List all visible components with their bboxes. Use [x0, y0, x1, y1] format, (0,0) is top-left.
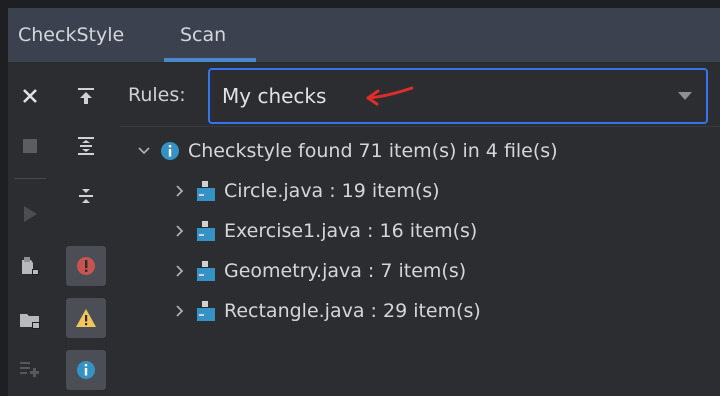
run-button[interactable]	[10, 194, 50, 234]
tree-file-row[interactable]: Geometry.java : 7 item(s)	[170, 251, 466, 291]
tree-file-row[interactable]: Rectangle.java : 29 item(s)	[170, 291, 481, 331]
chevron-right-icon[interactable]	[170, 265, 190, 277]
file-label: Geometry.java : 7 item(s)	[224, 260, 467, 282]
left-toolbar	[8, 62, 52, 396]
error-icon	[77, 257, 95, 275]
show-info-toggle[interactable]	[66, 350, 106, 390]
info-icon	[77, 361, 95, 379]
tab-scan[interactable]: Scan	[180, 8, 226, 62]
java-file-icon	[196, 180, 216, 202]
close-icon	[23, 89, 37, 103]
tab-selected-indicator	[164, 58, 256, 62]
check-module-button[interactable]	[10, 246, 50, 286]
java-file-icon	[196, 260, 216, 282]
chevron-right-icon[interactable]	[170, 225, 190, 237]
filter-toolbar	[64, 62, 108, 396]
stop-icon	[23, 139, 37, 153]
rules-selected-value: My checks	[222, 84, 327, 108]
show-warnings-toggle[interactable]	[66, 298, 106, 338]
tree-file-row[interactable]: Exercise1.java : 16 item(s)	[170, 211, 477, 251]
chevron-down-icon[interactable]	[134, 146, 154, 156]
configure-button[interactable]	[10, 350, 50, 390]
tab-bar: CheckStyle Scan	[8, 8, 720, 62]
run-icon	[24, 206, 37, 222]
group-icon	[79, 189, 93, 203]
info-icon	[160, 141, 180, 161]
file-label: Circle.java : 19 item(s)	[224, 180, 440, 202]
stop-button[interactable]	[10, 126, 50, 166]
annotation-arrow-icon	[366, 86, 414, 106]
rules-label: Rules:	[128, 84, 186, 106]
module-scan-icon	[22, 257, 39, 275]
results-tree: Checkstyle found 71 item(s) in 4 file(s)…	[120, 126, 720, 396]
chevron-right-icon[interactable]	[170, 185, 190, 197]
check-folder-button[interactable]	[10, 300, 50, 340]
warning-icon	[76, 309, 96, 327]
java-file-icon	[196, 220, 216, 242]
tree-file-row[interactable]: Circle.java : 19 item(s)	[170, 171, 440, 211]
collapse-all-icon	[78, 137, 94, 155]
expand-all-icon	[78, 88, 94, 104]
show-errors-toggle[interactable]	[66, 246, 106, 286]
summary-text: Checkstyle found 71 item(s) in 4 file(s)	[188, 140, 558, 162]
configure-icon	[20, 362, 39, 377]
group-by-severity-button[interactable]	[66, 176, 106, 216]
file-label: Exercise1.java : 16 item(s)	[224, 220, 478, 242]
tab-checkstyle[interactable]: CheckStyle	[18, 8, 124, 62]
chevron-down-icon[interactable]	[678, 92, 692, 100]
java-file-icon	[196, 300, 216, 322]
chevron-right-icon[interactable]	[170, 305, 190, 317]
rules-dropdown[interactable]: My checks	[208, 68, 708, 124]
close-button[interactable]	[10, 76, 50, 116]
expand-all-button[interactable]	[66, 76, 106, 116]
file-label: Rectangle.java : 29 item(s)	[224, 300, 481, 322]
folder-scan-icon	[20, 314, 40, 329]
tree-root-row[interactable]: Checkstyle found 71 item(s) in 4 file(s)	[134, 131, 558, 171]
toolbar-separator	[14, 178, 46, 179]
collapse-all-button[interactable]	[66, 126, 106, 166]
